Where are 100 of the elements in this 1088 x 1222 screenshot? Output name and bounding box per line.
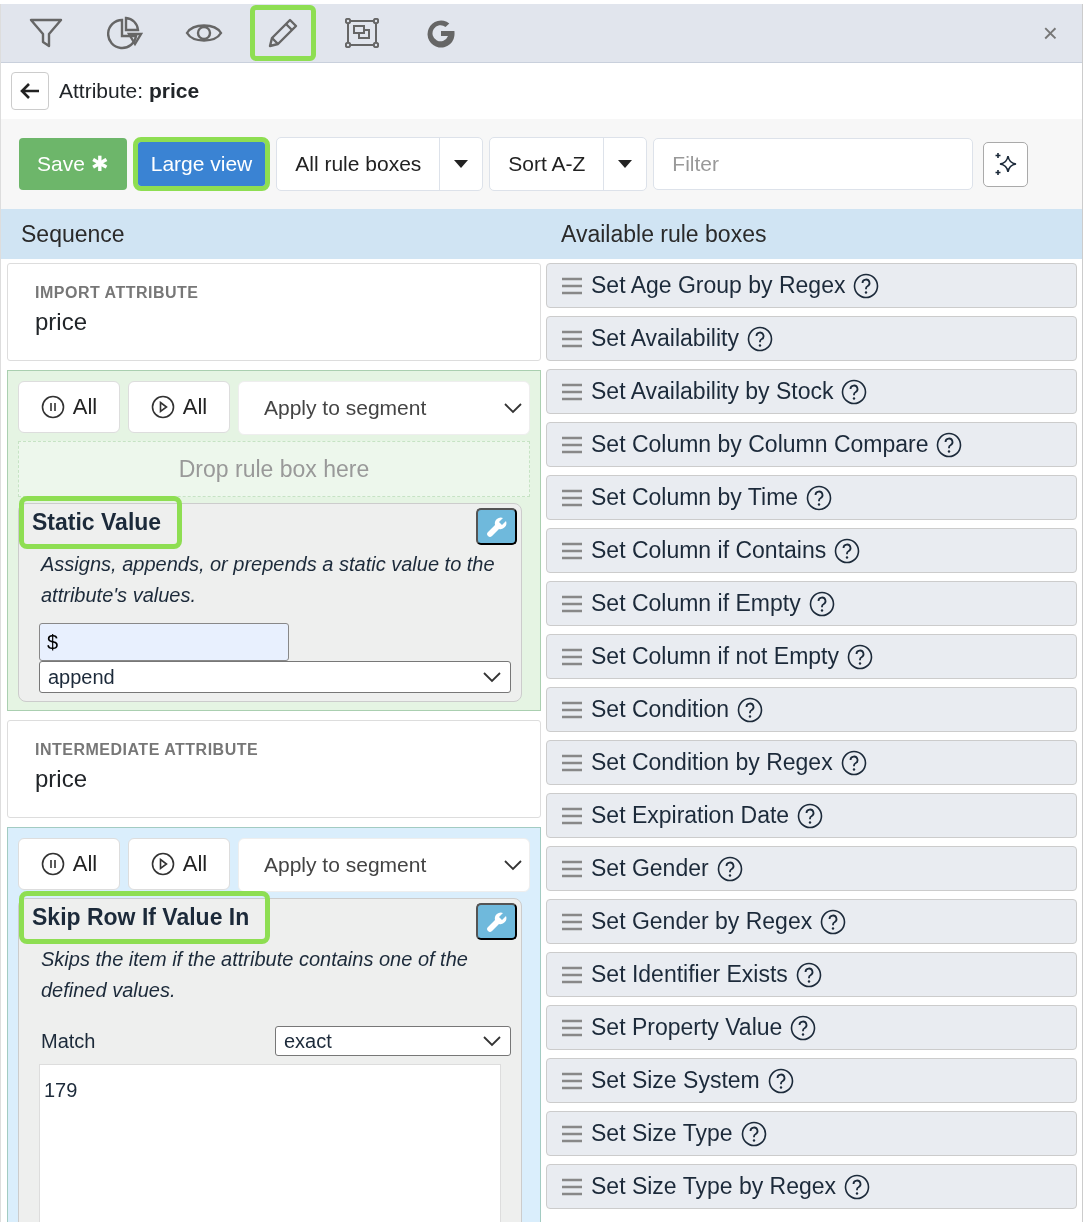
drop-zone: Drop rule box here xyxy=(18,441,530,497)
values-textarea[interactable]: 179 xyxy=(39,1064,501,1222)
rule-box-item[interactable]: Set Size Type xyxy=(546,1111,1077,1156)
settings-button[interactable] xyxy=(476,903,517,940)
rule-box-item[interactable]: Set Age Group by Regex xyxy=(546,263,1077,308)
play-all-button[interactable]: All xyxy=(128,381,230,433)
rule-description: Assigns, appends, or prepends a static value to the attribute's values. xyxy=(41,552,495,608)
sparkle-button[interactable] xyxy=(983,141,1029,187)
pause-all-button[interactable]: All xyxy=(18,381,120,433)
rule-box-item[interactable]: Set Availability xyxy=(546,316,1077,361)
rule-title: Static Value xyxy=(19,496,183,549)
drag-handle-icon xyxy=(561,276,583,295)
pause-icon xyxy=(40,852,65,876)
caret-icon xyxy=(618,160,633,168)
play-all-button[interactable]: All xyxy=(128,838,230,890)
drag-handle-icon xyxy=(561,806,583,825)
rule-box-item[interactable]: Set Availability by Stock xyxy=(546,369,1077,414)
help-icon[interactable] xyxy=(853,272,880,299)
rule-title: Skip Row If Value In xyxy=(19,891,271,944)
rule-box-item[interactable]: Set Condition by Regex xyxy=(546,740,1077,785)
help-icon[interactable] xyxy=(936,431,963,458)
match-label: Match xyxy=(41,1029,96,1053)
play-icon xyxy=(150,395,175,419)
help-icon[interactable] xyxy=(790,1014,817,1041)
drag-handle-icon xyxy=(561,753,583,772)
drag-handle-icon xyxy=(561,1018,583,1037)
drag-handle-icon xyxy=(561,912,583,931)
filter-field[interactable]: Filter xyxy=(653,138,974,190)
rule-box-item[interactable]: Set Size Type by Regex xyxy=(546,1164,1077,1209)
rule-box-item[interactable]: Set Property Value xyxy=(546,1005,1077,1050)
filter-icon xyxy=(29,17,63,49)
drag-handle-icon xyxy=(561,435,583,454)
rule-box-item[interactable]: Set Column if not Empty xyxy=(546,634,1077,679)
text-input-field[interactable]: $ xyxy=(39,623,289,661)
help-icon[interactable] xyxy=(834,537,861,564)
help-icon[interactable] xyxy=(797,802,824,829)
help-icon[interactable] xyxy=(820,908,847,935)
help-icon[interactable] xyxy=(716,855,743,882)
segment-select[interactable]: Apply to segment xyxy=(238,838,530,892)
attribute-value: price xyxy=(35,308,89,336)
play-icon xyxy=(150,852,175,876)
drag-handle-icon xyxy=(561,594,583,613)
pause-all-button[interactable]: All xyxy=(18,838,120,890)
chevron-down-icon xyxy=(482,1035,502,1047)
back-arrow-icon xyxy=(20,82,40,100)
drag-handle-icon xyxy=(561,382,583,401)
chevron-down-icon xyxy=(482,671,502,683)
help-icon[interactable] xyxy=(795,961,822,988)
drag-handle-icon xyxy=(561,541,583,560)
settings-button[interactable] xyxy=(476,508,517,545)
rule-box-item[interactable]: Set Column if Contains xyxy=(546,528,1077,573)
chevron-down-icon xyxy=(503,402,523,414)
drag-handle-icon xyxy=(561,859,583,878)
pencil-icon xyxy=(266,16,300,50)
drag-handle-icon xyxy=(561,488,583,507)
column-header: Available rule boxes xyxy=(541,209,1082,259)
help-icon[interactable] xyxy=(806,484,833,511)
large-view-button[interactable]: Large view xyxy=(137,142,266,186)
help-icon[interactable] xyxy=(840,749,867,776)
help-icon[interactable] xyxy=(844,1173,871,1200)
drag-handle-icon xyxy=(561,1177,583,1196)
attribute-value: price xyxy=(35,765,89,793)
help-icon[interactable] xyxy=(740,1120,767,1147)
column-header: Sequence xyxy=(1,209,541,259)
help-icon[interactable] xyxy=(847,643,873,670)
frame-icon xyxy=(345,18,379,48)
drag-handle-icon xyxy=(561,965,583,984)
rule-description: Skips the item if the attribute contains one of the defined values. xyxy=(41,947,469,1003)
drag-handle-icon xyxy=(561,647,583,666)
rule-box-item[interactable]: Set Condition xyxy=(546,687,1077,732)
close-button[interactable]: × xyxy=(1036,16,1064,50)
rule-box-item[interactable]: Set Gender xyxy=(546,846,1077,891)
help-icon[interactable] xyxy=(737,696,764,723)
toolbar-button[interactable] xyxy=(250,5,316,61)
page-title: Attribute: price xyxy=(59,79,200,103)
rule-box-item[interactable]: Set Column if Empty xyxy=(546,581,1077,626)
rule-box-item[interactable]: Set Column by Time xyxy=(546,475,1077,520)
drag-handle-icon xyxy=(561,1124,583,1143)
match-select[interactable]: exact xyxy=(275,1026,511,1056)
rule-box-item[interactable]: Set Gender by Regex xyxy=(546,899,1077,944)
drag-handle-icon xyxy=(561,1071,583,1090)
help-icon[interactable] xyxy=(841,378,868,405)
help-icon[interactable] xyxy=(746,325,773,352)
chevron-down-icon xyxy=(503,859,523,871)
help-icon[interactable] xyxy=(767,1067,794,1094)
back-button[interactable] xyxy=(11,72,49,110)
segment-select[interactable]: Apply to segment xyxy=(238,381,530,435)
mode-select[interactable]: append xyxy=(39,661,511,693)
pie-chart-icon xyxy=(107,16,143,50)
rule-box-item[interactable]: Set Expiration Date xyxy=(546,793,1077,838)
help-icon[interactable] xyxy=(808,590,835,617)
drag-handle-icon xyxy=(561,329,583,348)
pause-icon xyxy=(40,395,65,419)
rule-box-item[interactable]: Set Size System xyxy=(546,1058,1077,1103)
drag-handle-icon xyxy=(561,700,583,719)
caret-icon xyxy=(454,160,469,168)
attribute-label: INTERMEDIATE ATTRIBUTE xyxy=(35,741,260,759)
rule-box-item[interactable]: Set Identifier Exists xyxy=(546,952,1077,997)
attribute-label: IMPORT ATTRIBUTE xyxy=(35,284,200,302)
rule-box-item[interactable]: Set Column by Column Compare xyxy=(546,422,1077,467)
